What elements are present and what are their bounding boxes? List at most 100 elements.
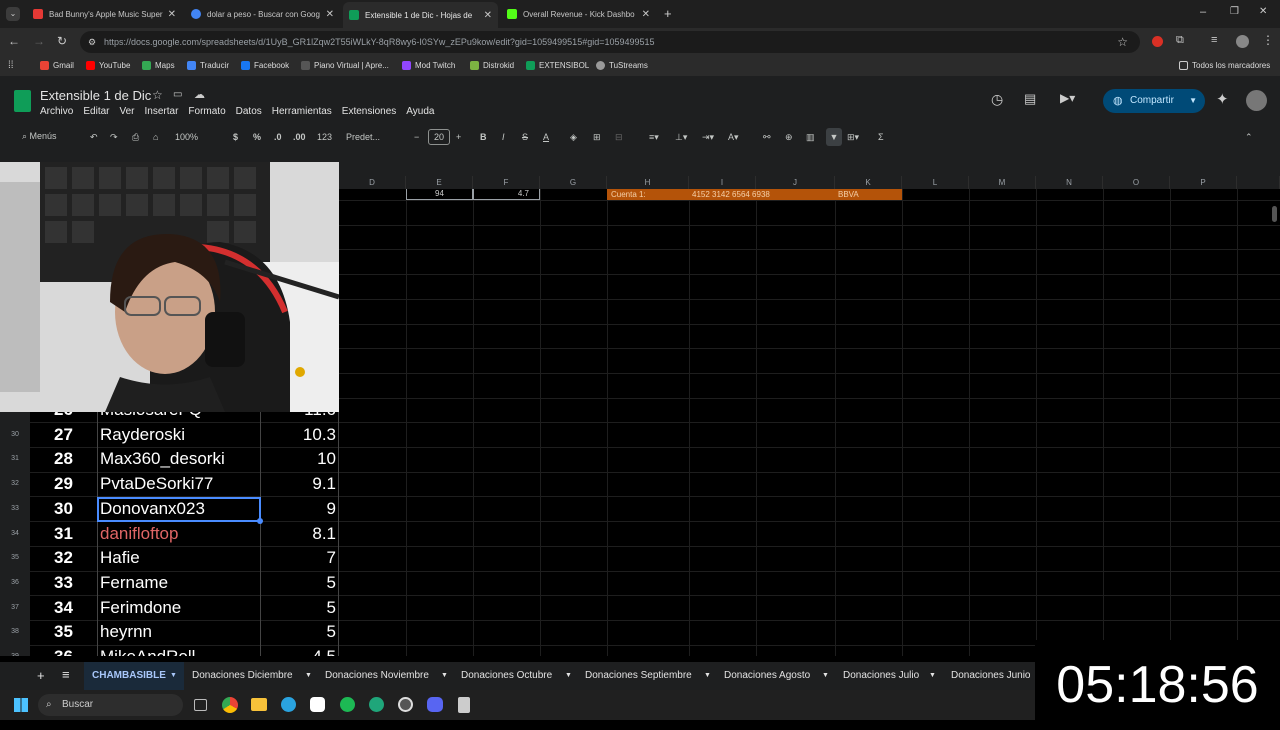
comment-icon[interactable]: ⊕ [785,132,793,143]
taskbar-search-box[interactable]: ⌕ Buscar [38,694,183,716]
task-view-icon[interactable] [194,699,207,711]
donation-value-cell[interactable]: 8.1 [260,524,336,544]
percent-button[interactable]: % [253,132,261,142]
edge-taskbar-icon[interactable] [369,697,384,712]
apps-grid-icon[interactable]: ⁞⁞ [8,60,14,71]
column-header[interactable]: L [902,176,969,189]
sheets-logo-icon[interactable] [14,90,31,112]
column-header[interactable]: O [1103,176,1170,189]
donor-name-cell[interactable]: Fername [100,573,260,593]
currency-button[interactable]: $ [233,132,238,142]
number-format-button[interactable]: 123 [317,132,332,142]
column-header[interactable]: I [689,176,756,189]
reload-icon[interactable]: ↻ [57,34,67,48]
collapse-toolbar-icon[interactable]: ⌃ [1245,132,1253,143]
donation-value-cell[interactable]: 5 [260,598,336,618]
close-tab-icon[interactable]: ✕ [642,9,650,20]
share-button[interactable]: ◍ Compartir ▼ [1103,89,1205,113]
menu-ver[interactable]: Ver [119,106,134,117]
menu-formato[interactable]: Formato [188,106,225,117]
rank-cell[interactable]: 29 [30,474,97,494]
row-number[interactable]: 38 [0,628,30,636]
new-tab-icon[interactable]: + [664,6,672,21]
sheet-tab[interactable]: Donaciones Junio [951,670,1031,681]
chevron-down-icon[interactable]: ▼ [1189,89,1197,113]
font-size-increase-icon[interactable]: + [456,132,461,142]
tab-search-icon[interactable]: ⌄ [6,7,20,21]
bookmark-item[interactable]: Traducir [187,61,229,70]
cell-f-value[interactable]: 4.7 [473,189,540,200]
sheet-tab-dropdown-icon[interactable]: ▼ [170,672,177,679]
explorer-taskbar-icon[interactable] [251,698,267,711]
sheet-tab-dropdown-icon[interactable]: ▼ [704,672,711,679]
document-title[interactable]: Extensible 1 de Dic [40,88,151,103]
font-size-decrease-icon[interactable]: − [414,132,419,142]
bookmark-item[interactable]: TuStreams [596,61,648,70]
telegram-taskbar-icon[interactable] [281,697,296,712]
selected-cell[interactable] [97,497,261,522]
close-window-icon[interactable]: ✕ [1259,6,1267,17]
browser-tab[interactable]: Bad Bunny's Apple Music Super ✕ [27,4,182,24]
bookmark-item[interactable]: Piano Virtual | Apre... [301,61,389,70]
borders-icon[interactable]: ⊞ [593,132,601,143]
back-icon[interactable]: ← [8,34,20,48]
version-history-icon[interactable]: ◷ [991,91,1003,108]
meet-icon[interactable]: ▶▾ [1060,91,1075,105]
search-menus[interactable]: ⌕ Menús [22,131,82,145]
bookmark-star-icon[interactable]: ☆ [1117,31,1128,53]
rank-cell[interactable]: 34 [30,598,97,618]
italic-icon[interactable]: I [502,132,505,142]
row-number[interactable]: 33 [0,504,30,512]
sheet-tab[interactable]: Donaciones Noviembre [325,670,429,681]
column-header[interactable]: N [1036,176,1103,189]
donor-name-cell[interactable]: Hafie [100,548,260,568]
extension-icon[interactable] [1152,36,1163,47]
sheet-tab[interactable]: Donaciones Agosto [724,670,810,681]
donor-name-cell[interactable]: Rayderoski [100,425,260,445]
star-icon[interactable]: ☆ [152,88,163,102]
close-tab-icon[interactable]: ✕ [168,9,176,20]
move-folder-icon[interactable]: ▭ [173,89,182,100]
donor-name-cell[interactable]: heyrnn [100,622,260,642]
bookmark-item[interactable]: Distrokid [470,61,514,70]
spotify-taskbar-icon[interactable] [340,697,355,712]
browser-menu-icon[interactable]: ⋮ [1262,33,1274,47]
bold-icon[interactable]: B [480,132,487,142]
vertical-scrollbar[interactable] [1272,206,1277,222]
paint-format-icon[interactable]: ⌂ [153,132,158,142]
donor-name-cell[interactable]: danifloftop [100,524,260,544]
donation-value-cell[interactable]: 5 [260,622,336,642]
rank-cell[interactable]: 32 [30,548,97,568]
add-sheet-icon[interactable]: + [37,668,45,683]
redo-icon[interactable]: ↷ [110,132,118,143]
rank-cell[interactable]: 30 [30,499,97,519]
cell-bank-name[interactable]: BBVA [838,189,859,200]
menu-datos[interactable]: Datos [236,106,262,117]
fill-handle[interactable] [257,518,263,524]
donation-value-cell[interactable]: 10 [260,449,336,469]
donation-value-cell[interactable]: 9 [260,499,336,519]
row-number[interactable]: 39 [0,653,30,656]
cloud-saved-icon[interactable]: ☁ [194,88,205,101]
column-header[interactable]: G [540,176,607,189]
column-header[interactable]: M [969,176,1036,189]
sheet-tab-dropdown-icon[interactable]: ▼ [565,672,572,679]
gemini-icon[interactable]: ✦ [1216,90,1229,108]
bookmark-item[interactable]: Mod Twitch [402,61,455,70]
link-icon[interactable]: ⚯ [763,132,771,143]
functions-icon[interactable]: Σ [878,132,884,142]
extensions-puzzle-icon[interactable]: ⧉ [1176,34,1184,47]
browser-tab-active[interactable]: Extensible 1 de Dic - Hojas de ✕ [343,2,498,28]
all-bookmarks-folder[interactable]: Todos los marcadores [1179,61,1270,70]
menu-archivo[interactable]: Archivo [40,106,73,117]
sheet-tab-dropdown-icon[interactable]: ▼ [441,672,448,679]
bookmark-item[interactable]: Facebook [241,61,289,70]
chart-icon[interactable]: ▥ [806,132,815,143]
cell-account-number[interactable]: 4152 3142 6564 6938 [692,189,770,200]
decrease-decimal-button[interactable]: .0 [274,132,282,142]
column-header[interactable]: E [406,176,473,189]
account-avatar[interactable] [1246,90,1267,111]
align-horizontal-icon[interactable]: ≡▾ [649,132,659,143]
column-header[interactable]: K [835,176,902,189]
menu-editar[interactable]: Editar [83,106,109,117]
